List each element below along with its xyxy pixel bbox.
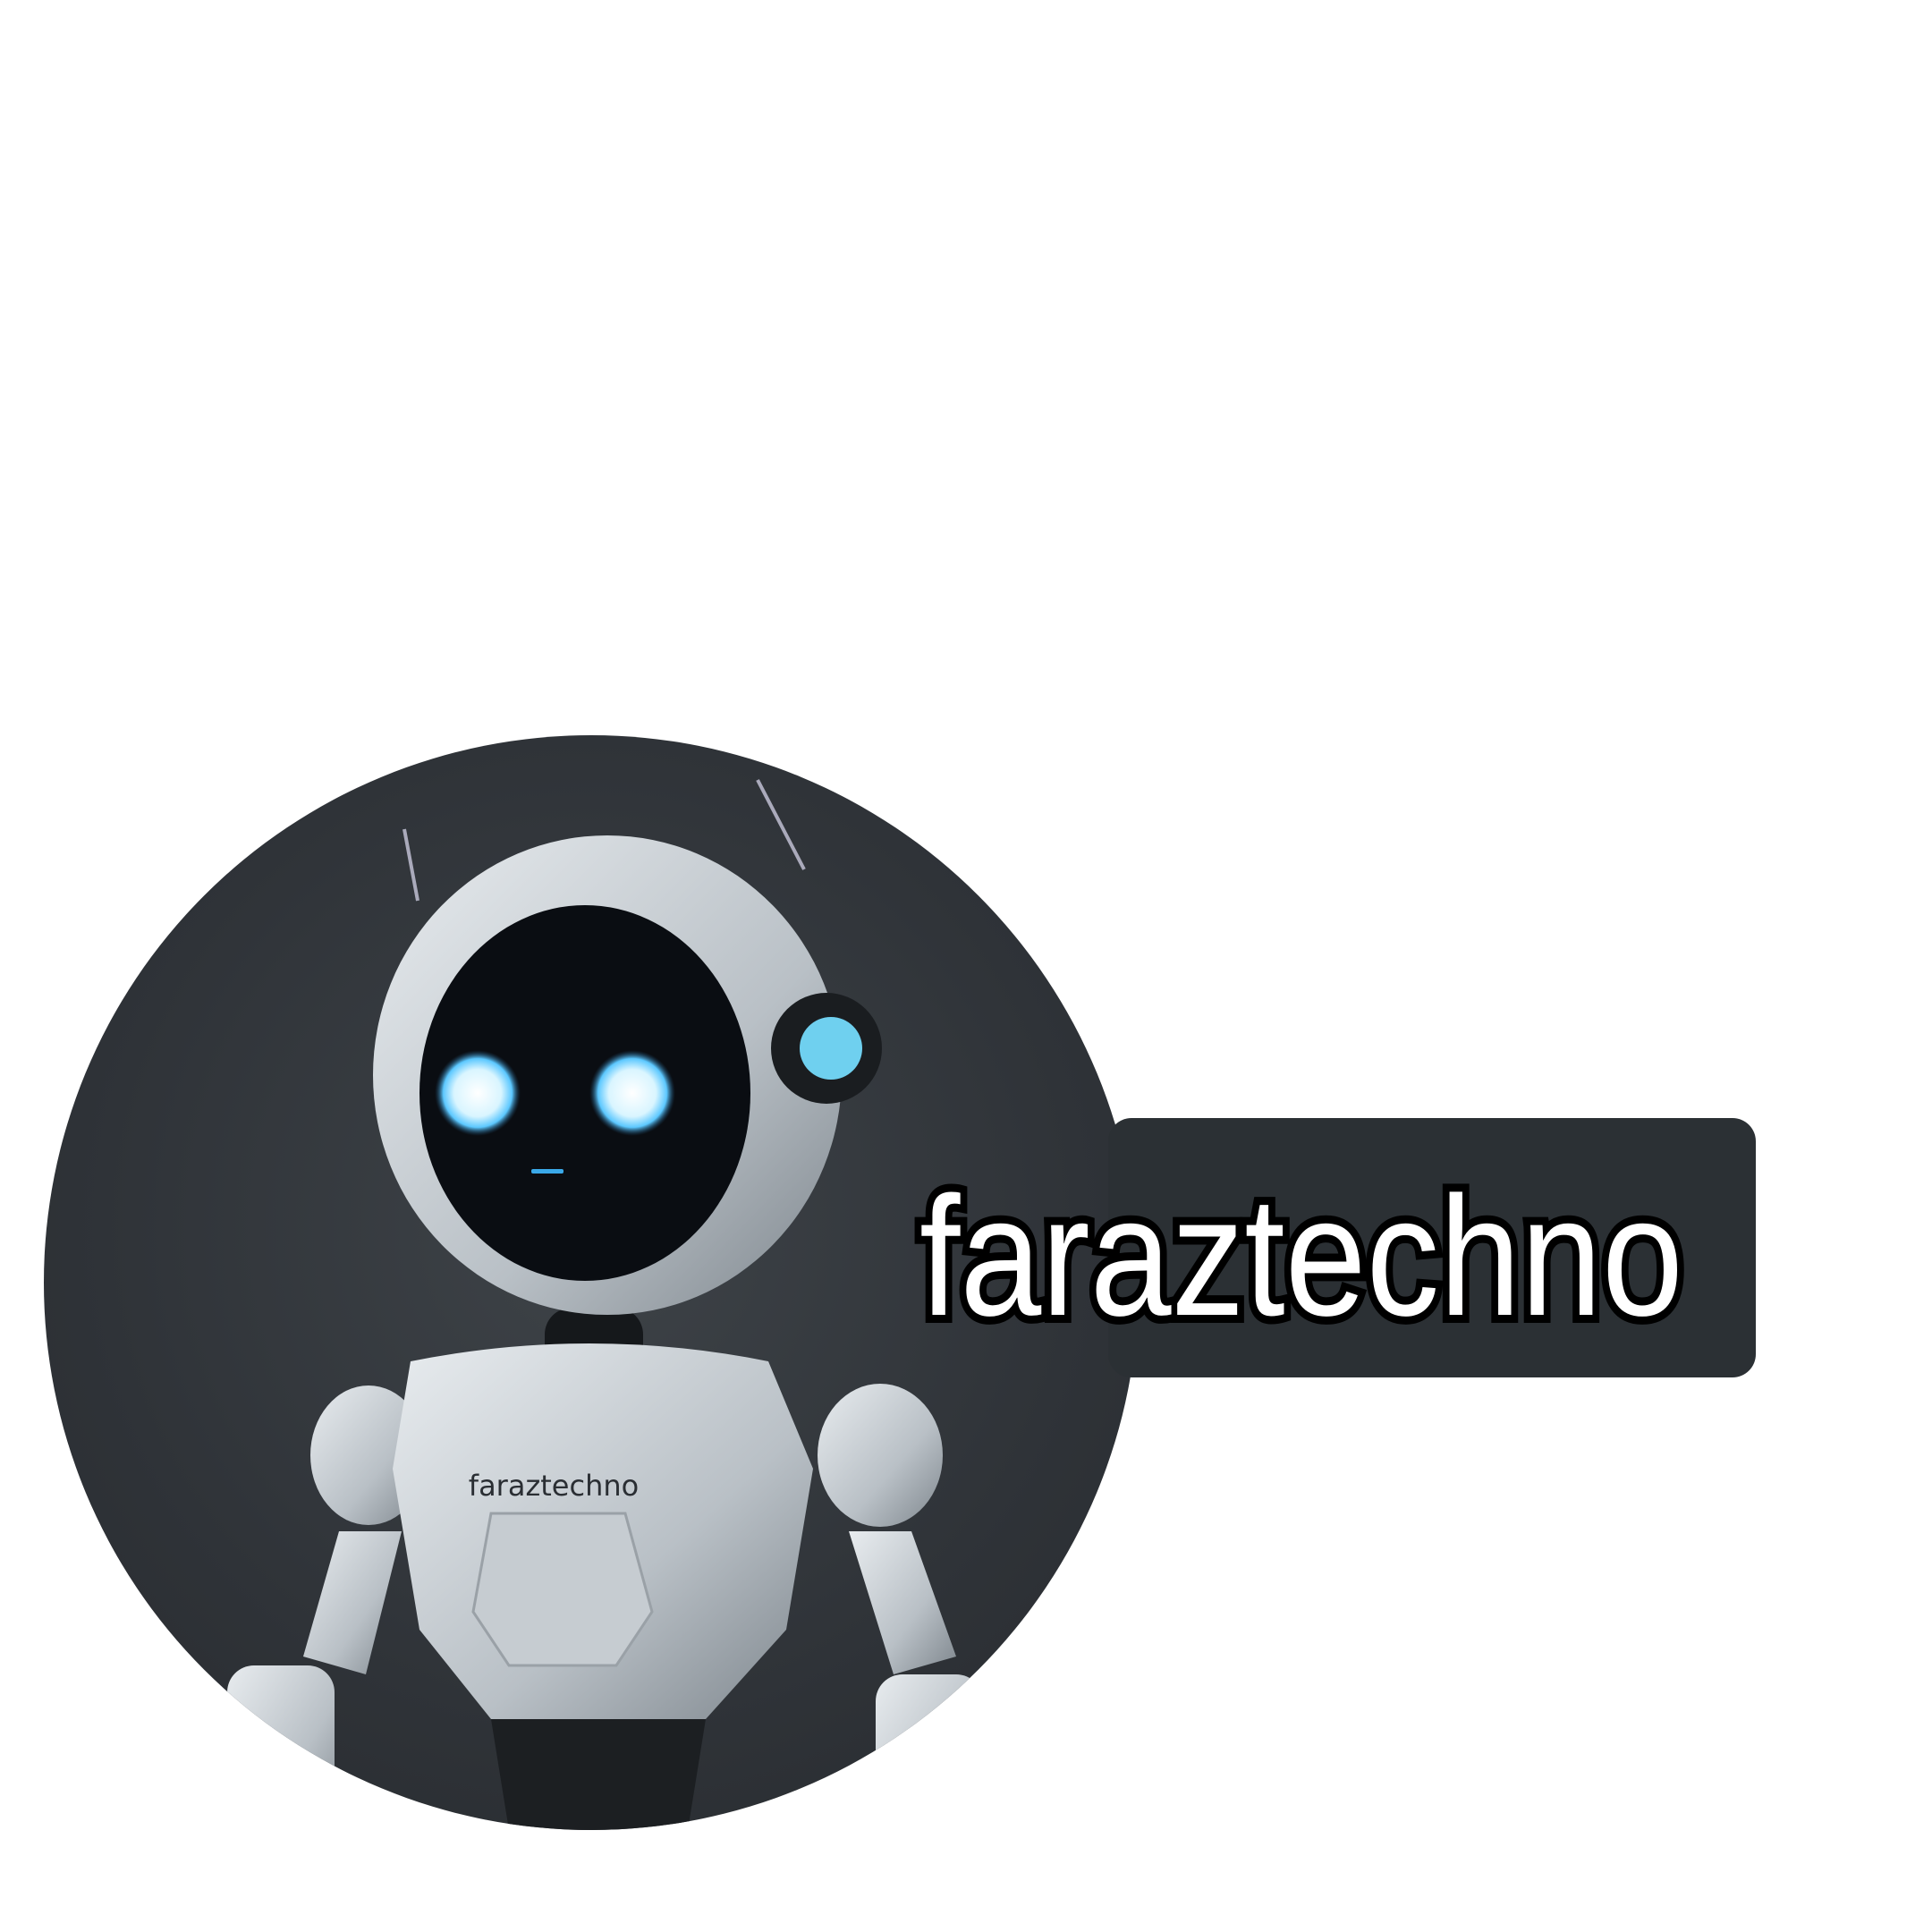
username-label: faraztechno	[912, 1162, 1690, 1352]
robot-chest-text: faraztechno	[469, 1469, 639, 1503]
